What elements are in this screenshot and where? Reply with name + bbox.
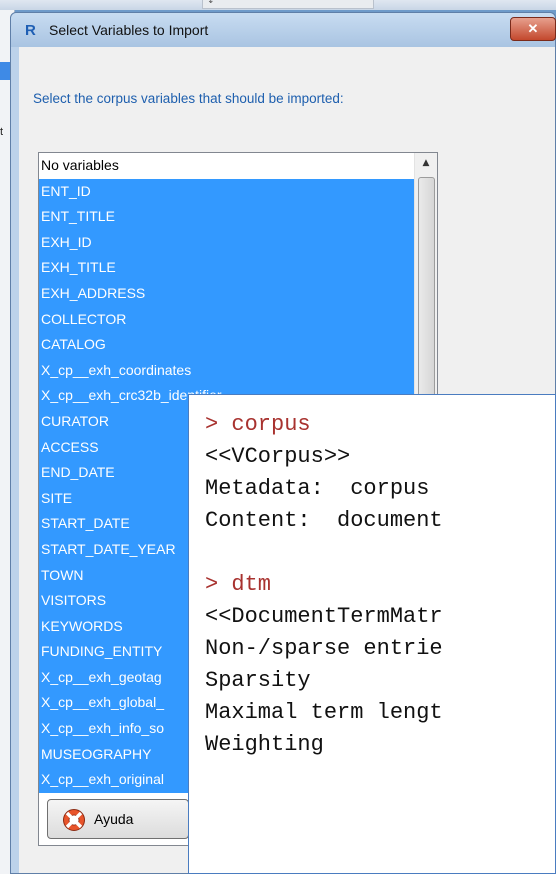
console-output-line: Metadata: corpus	[205, 476, 430, 501]
background-side-text: t	[0, 126, 4, 138]
list-item[interactable]: EXH_TITLE	[39, 255, 415, 281]
dialog-title: Select Variables to Import	[49, 22, 209, 38]
list-item[interactable]: No variables	[39, 153, 415, 179]
help-button-label: Ayuda	[94, 811, 134, 827]
list-item[interactable]: X_cp__exh_coordinates	[39, 357, 415, 384]
console-command-line: > corpus	[205, 412, 311, 437]
list-item[interactable]: EXH_ID	[39, 229, 415, 256]
console-output-line: Sparsity	[205, 668, 311, 693]
list-item[interactable]: EXH_ADDRESS	[39, 280, 415, 307]
r-console-output: > corpus <<VCorpus>> Metadata: corpus Conte…	[188, 394, 556, 874]
instruction-label: Select the corpus variables that should …	[33, 91, 344, 106]
console-output-line: Maximal term lengt	[205, 700, 443, 725]
console-output-line: Weighting	[205, 732, 324, 757]
lifebuoy-icon	[63, 809, 85, 831]
dialog-titlebar[interactable]: R Select Variables to Import ✕	[11, 13, 556, 47]
help-button[interactable]: Ayuda	[47, 799, 189, 839]
console-lines: > corpus <<VCorpus>> Metadata: corpus Conte…	[205, 409, 443, 761]
list-item[interactable]: ENT_ID	[39, 178, 415, 205]
console-output-line: Content: document	[205, 508, 443, 533]
scroll-up-arrow-icon[interactable]: ▲	[415, 153, 437, 173]
close-button[interactable]: ✕	[510, 17, 556, 41]
r-app-icon: R	[25, 22, 36, 39]
console-output-line: Non-/sparse entrie	[205, 636, 443, 661]
console-command-line: > dtm	[205, 572, 272, 597]
console-output-line: <<DocumentTermMatr	[205, 604, 443, 629]
handle-glyph: ↓	[207, 0, 215, 6]
list-item[interactable]: ENT_TITLE	[39, 204, 415, 230]
background-toolbar-handle: ↓	[202, 0, 374, 9]
console-output-line: <<VCorpus>>	[205, 444, 351, 469]
list-item[interactable]: COLLECTOR	[39, 306, 415, 333]
close-icon: ✕	[527, 21, 539, 36]
list-item[interactable]: CATALOG	[39, 332, 415, 358]
